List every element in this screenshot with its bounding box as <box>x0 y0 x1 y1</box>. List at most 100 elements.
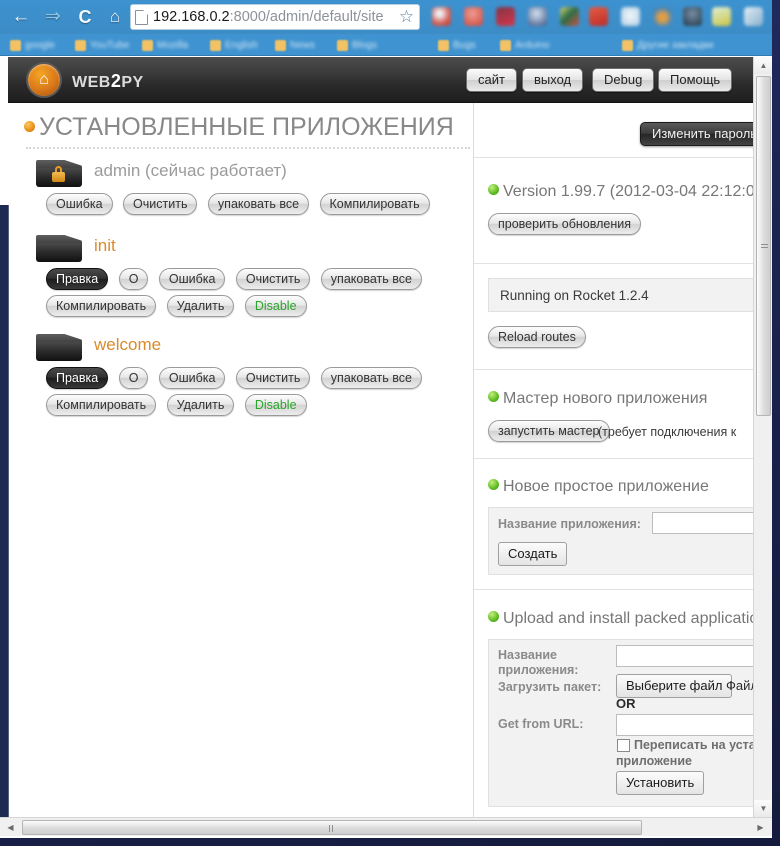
page-title: УСТАНОВЛЕННЫЕ ПРИЛОЖЕНИЯ <box>24 113 454 142</box>
app-action-pack-all[interactable]: упаковать все <box>320 367 422 389</box>
bookmark-item[interactable]: YouTube <box>75 38 129 52</box>
app-actions-row: Правка О Ошибка Очистить упаковать все <box>46 268 428 295</box>
bookmark-label: Blogs <box>352 39 378 51</box>
bookmark-item[interactable]: English <box>210 38 258 52</box>
bookmark-label: Другие закладки <box>637 39 714 51</box>
choose-file-button[interactable]: Выберите файл <box>616 674 733 698</box>
scroll-down-arrow-icon[interactable]: ▼ <box>754 800 772 817</box>
nav-button-site[interactable]: сайт <box>466 68 517 92</box>
scroll-right-arrow-icon[interactable]: ▶ <box>752 818 769 837</box>
bookmark-star-icon[interactable]: ☆ <box>398 8 415 26</box>
bookmark-item[interactable]: Bugs <box>438 38 476 52</box>
home-glyph: ⌂ <box>39 71 49 88</box>
overwrite-checkbox[interactable] <box>617 739 630 752</box>
simple-app-name-label: Название приложения: <box>498 517 641 531</box>
app-action-compile[interactable]: Компилировать <box>46 394 157 416</box>
extension-icon-small-orange[interactable] <box>653 7 672 26</box>
nav-button-help[interactable]: Помощь <box>658 68 733 92</box>
app-action-disable[interactable]: Disable <box>244 295 307 317</box>
reload-icon[interactable]: C <box>72 5 98 29</box>
back-icon[interactable]: ← <box>8 5 34 29</box>
wordmark-pre: WEB <box>72 74 111 91</box>
simple-app-name-input[interactable] <box>652 512 753 534</box>
app-action-error[interactable]: Ошибка <box>158 367 226 389</box>
extension-icon-dark-shield[interactable] <box>683 7 702 26</box>
forward-icon[interactable]: ⇒ <box>40 5 66 29</box>
bookmark-label: Arduino <box>515 39 550 51</box>
bookmark-item[interactable]: Blogs <box>337 38 377 52</box>
create-app-button[interactable]: Создать <box>498 542 568 566</box>
sidebar-section-version: Version 1.99.7 (2012-03-04 22:12:0 прове… <box>474 158 753 264</box>
sidebar-column: Изменить пароль ад Version 1.99.7 (2012-… <box>473 103 753 817</box>
folder-icon <box>36 233 84 263</box>
file-status-text: Файл <box>726 678 753 693</box>
app-action-pack-all[interactable]: упаковать все <box>320 268 422 290</box>
extension-icon-crimson-square[interactable] <box>496 7 515 26</box>
bullet-green-icon <box>488 391 499 402</box>
bookmark-item[interactable]: News <box>275 38 315 52</box>
install-button[interactable]: Установить <box>616 771 705 795</box>
home-icon[interactable]: ⌂ <box>102 5 128 29</box>
extension-icon-blue-badge[interactable] <box>528 7 547 26</box>
extension-icon-bookmark-colorful[interactable] <box>560 7 579 26</box>
bookmark-item[interactable]: Mozilla <box>142 38 188 52</box>
scroll-up-arrow-icon[interactable]: ▲ <box>754 57 772 74</box>
app-action-clean[interactable]: Очистить <box>235 268 311 290</box>
bookmark-item[interactable]: Arduino <box>500 38 549 52</box>
app-action-delete[interactable]: Удалить <box>166 295 235 317</box>
nav-button-logout[interactable]: выход <box>522 68 584 92</box>
extension-icon-white-cloud[interactable] <box>621 7 640 26</box>
app-actions-row-2: Компилировать Удалить Disable <box>46 394 313 421</box>
folder-icon <box>337 39 348 51</box>
bookmark-label: YouTube <box>90 39 130 51</box>
extension-icon-wrench[interactable] <box>744 7 763 26</box>
extension-icon-yellow-note[interactable] <box>712 7 731 26</box>
horizontal-scrollbar-thumb[interactable] <box>22 820 642 835</box>
app-action-clean[interactable]: Очистить <box>123 193 198 215</box>
page-viewport: ⌂ WEB2PY сайт выход Debug Помощь УСТАНОВ… <box>0 57 753 817</box>
upload-url-input[interactable] <box>616 714 753 736</box>
upload-url-label: Get from URL: <box>498 717 584 731</box>
app-action-about[interactable]: О <box>118 268 149 290</box>
bookmark-item[interactable]: Другие закладки <box>622 38 714 52</box>
app-action-compile[interactable]: Компилировать <box>319 193 430 215</box>
change-admin-password-button[interactable]: Изменить пароль ад <box>640 122 753 146</box>
app-action-compile[interactable]: Компилировать <box>46 295 157 317</box>
upload-name-label-line1: Название <box>498 648 558 662</box>
bookmark-label: Bugs <box>453 39 476 51</box>
extension-icon-red-dot[interactable] <box>464 7 483 26</box>
scroll-left-arrow-icon[interactable]: ◀ <box>2 818 19 837</box>
app-action-error[interactable]: Ошибка <box>46 193 113 215</box>
app-actions-row: Ошибка Очистить упаковать все Компилиров… <box>46 193 436 220</box>
horizontal-scrollbar[interactable]: ◀ ▶ <box>0 817 772 836</box>
sidebar-section-upload: Upload and install packed applicatio Наз… <box>474 590 753 817</box>
app-action-disable[interactable]: Disable <box>244 394 307 416</box>
app-action-about[interactable]: О <box>118 367 149 389</box>
reload-routes-button[interactable]: Reload routes <box>488 326 586 348</box>
wizard-title: Мастер нового приложения <box>503 390 708 407</box>
app-action-delete[interactable]: Удалить <box>166 394 235 416</box>
scrollbar-grip-icon <box>328 825 335 832</box>
check-updates-button[interactable]: проверить обновления <box>488 213 641 235</box>
lock-icon <box>52 166 65 182</box>
app-action-error[interactable]: Ошибка <box>158 268 226 290</box>
wordmark-post: PY <box>121 74 144 91</box>
extension-icon-red-square[interactable] <box>589 7 608 26</box>
extension-icon-cloud-sync[interactable] <box>432 7 451 26</box>
app-name[interactable]: welcome <box>94 335 161 355</box>
app-name[interactable]: init <box>94 236 116 256</box>
app-action-edit[interactable]: Правка <box>46 367 109 389</box>
bookmark-item[interactable]: google <box>10 38 55 52</box>
vertical-scrollbar-thumb[interactable] <box>756 76 771 416</box>
app-action-edit[interactable]: Правка <box>46 268 109 290</box>
web2py-logo-icon[interactable]: ⌂ <box>26 62 62 98</box>
address-bar[interactable]: 192.168.0.2:8000/admin/default/site ☆ <box>130 4 420 30</box>
nav-button-debug[interactable]: Debug <box>592 68 655 92</box>
launch-wizard-button[interactable]: запустить мастер <box>488 420 610 442</box>
app-action-clean[interactable]: Очистить <box>235 367 311 389</box>
app-action-pack-all[interactable]: упаковать все <box>207 193 310 215</box>
upload-app-name-input[interactable] <box>616 645 753 667</box>
bullet-green-icon <box>488 611 499 622</box>
vertical-scrollbar[interactable]: ▲ ▼ <box>753 57 772 817</box>
page-document-icon <box>135 9 148 25</box>
